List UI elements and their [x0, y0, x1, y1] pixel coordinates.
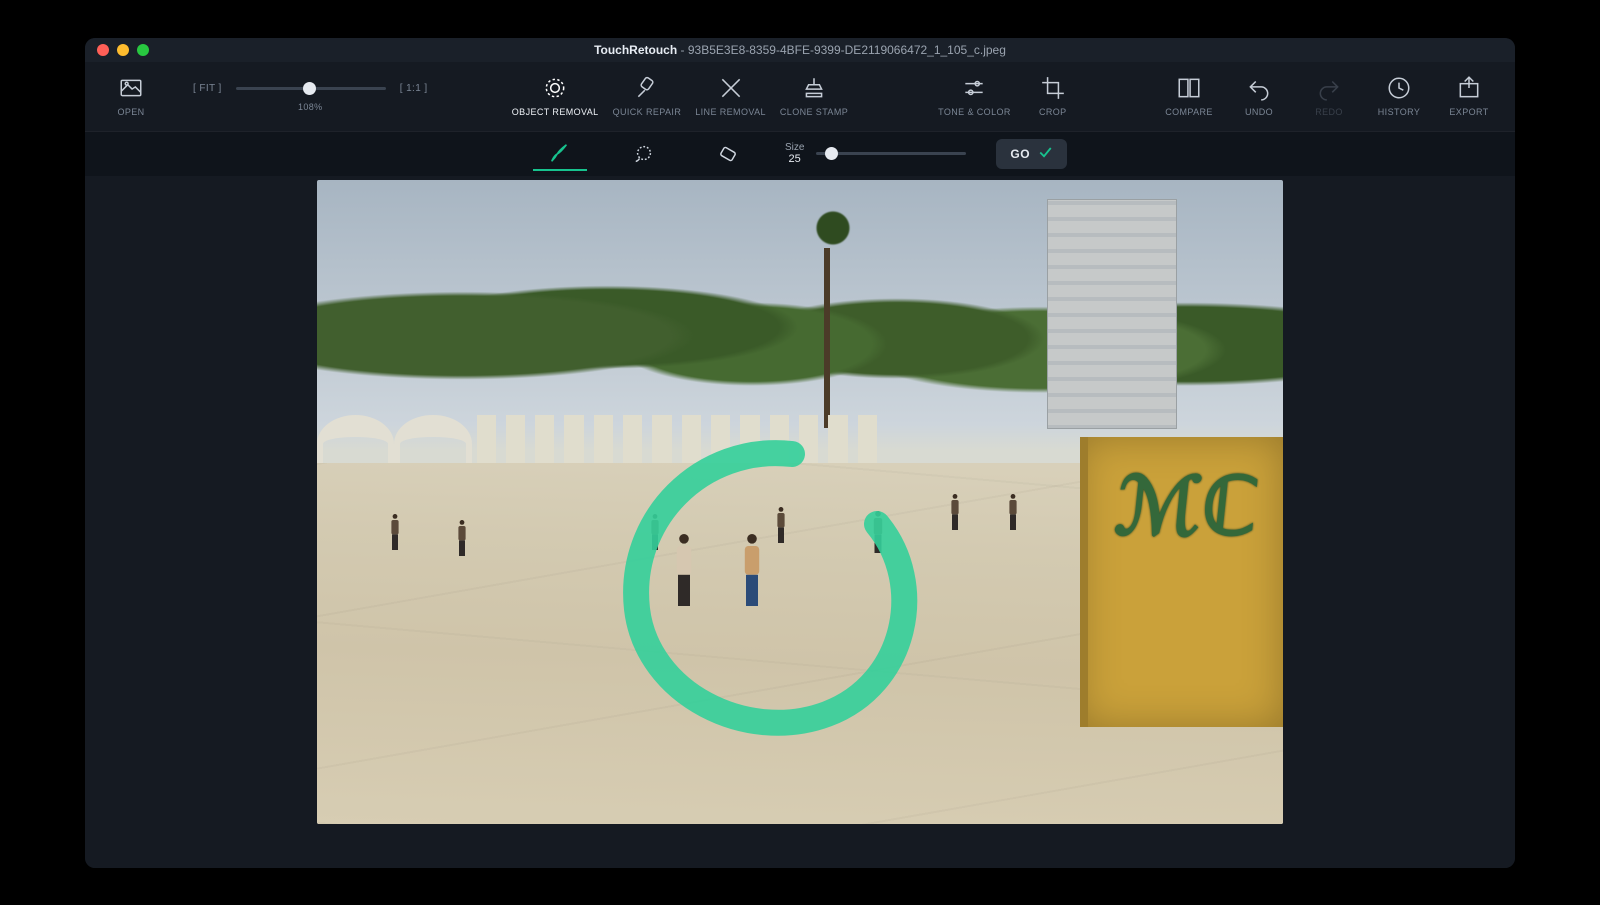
adjust-group: TONE & COLOR CROP [938, 75, 1081, 117]
history-icon [1386, 75, 1412, 101]
top-toolbar: OPEN [ FIT ] [ 1:1 ] 108% OBJECT REMOVAL [85, 62, 1515, 132]
line-removal-button[interactable]: LINE REMOVAL [695, 75, 766, 117]
zoom-slider-thumb[interactable] [303, 82, 316, 95]
crop-icon [1040, 75, 1066, 101]
open-button[interactable]: OPEN [103, 75, 159, 117]
zoom-percentage: 108% [298, 102, 323, 112]
redo-button: REDO [1301, 75, 1357, 117]
redo-label: REDO [1315, 107, 1343, 117]
compare-label: COMPARE [1165, 107, 1213, 117]
photo-wall: ℳℂ [1080, 437, 1283, 727]
photo-person [649, 514, 661, 550]
photo-person [389, 514, 401, 550]
size-control: Size 25 [785, 142, 966, 165]
quick-repair-icon [634, 75, 660, 101]
zoom-fit-button[interactable]: [ FIT ] [189, 81, 226, 96]
size-label: Size [785, 142, 804, 153]
open-icon [118, 75, 144, 101]
zoom-fit-label: FIT [199, 83, 215, 94]
app-title: TouchRetouch [594, 43, 677, 57]
line-removal-icon [718, 75, 744, 101]
photo-person-front [740, 534, 764, 606]
tone-color-button[interactable]: TONE & COLOR [938, 75, 1011, 117]
quick-repair-label: QUICK REPAIR [613, 107, 682, 117]
image-canvas[interactable]: ℳℂ [317, 180, 1283, 824]
zoom-1to1-button[interactable]: [ 1:1 ] [396, 81, 432, 96]
tone-color-label: TONE & COLOR [938, 107, 1011, 117]
redo-icon [1316, 75, 1342, 101]
eraser-tool-button[interactable] [701, 137, 755, 171]
undo-button[interactable]: UNDO [1231, 75, 1287, 117]
compare-button[interactable]: COMPARE [1161, 75, 1217, 117]
photo-building [1047, 199, 1177, 429]
go-button[interactable]: GO [996, 139, 1067, 169]
lasso-tool-button[interactable] [617, 137, 671, 171]
export-label: EXPORT [1449, 107, 1488, 117]
zoom-1to1-label: 1:1 [406, 83, 421, 94]
window-title: TouchRetouch - 93B5E3E8-8359-4BFE-9399-D… [85, 43, 1515, 57]
object-removal-label: OBJECT REMOVAL [512, 107, 599, 117]
go-label: GO [1010, 147, 1030, 161]
open-label: OPEN [117, 107, 144, 117]
title-separator: - [681, 43, 688, 57]
clone-stamp-button[interactable]: CLONE STAMP [780, 75, 848, 117]
clone-stamp-label: CLONE STAMP [780, 107, 848, 117]
object-removal-icon [542, 75, 568, 101]
undo-label: UNDO [1245, 107, 1273, 117]
photo-person [456, 520, 468, 556]
photo-person-front [672, 534, 696, 606]
crop-button[interactable]: CROP [1025, 75, 1081, 117]
crop-label: CROP [1039, 107, 1067, 117]
photo-palm [771, 180, 881, 424]
line-removal-label: LINE REMOVAL [695, 107, 766, 117]
clone-stamp-icon [801, 75, 827, 101]
canvas-area: ℳℂ [85, 176, 1515, 868]
close-window-button[interactable] [97, 44, 109, 56]
right-tools-group: COMPARE UNDO REDO HISTORY [1161, 75, 1497, 117]
object-removal-button[interactable]: OBJECT REMOVAL [512, 75, 599, 117]
export-icon [1456, 75, 1482, 101]
photo-person [871, 511, 885, 553]
size-slider[interactable] [816, 152, 966, 155]
check-icon [1038, 145, 1053, 163]
zoom-slider[interactable] [236, 87, 386, 90]
traffic-lights [97, 44, 149, 56]
photo-person [775, 507, 787, 543]
file-name: 93B5E3E8-8359-4BFE-9399-DE2119066472_1_1… [688, 43, 1006, 57]
quick-repair-button[interactable]: QUICK REPAIR [613, 75, 682, 117]
undo-icon [1246, 75, 1272, 101]
app-window: TouchRetouch - 93B5E3E8-8359-4BFE-9399-D… [85, 38, 1515, 868]
photo-person [949, 494, 961, 530]
titlebar: TouchRetouch - 93B5E3E8-8359-4BFE-9399-D… [85, 38, 1515, 62]
sliders-icon [961, 75, 987, 101]
zoom-control: [ FIT ] [ 1:1 ] 108% [189, 81, 432, 112]
fullscreen-window-button[interactable] [137, 44, 149, 56]
photo-person [1007, 494, 1019, 530]
export-button[interactable]: EXPORT [1441, 75, 1497, 117]
minimize-window-button[interactable] [117, 44, 129, 56]
compare-icon [1176, 75, 1202, 101]
size-slider-thumb[interactable] [825, 147, 838, 160]
brush-tool-button[interactable] [533, 137, 587, 171]
size-value: 25 [789, 153, 801, 165]
main-tools-group: OBJECT REMOVAL QUICK REPAIR LINE REMOVAL… [512, 75, 848, 117]
history-button[interactable]: HISTORY [1371, 75, 1427, 117]
sub-toolbar: Size 25 GO [85, 132, 1515, 176]
history-label: HISTORY [1378, 107, 1420, 117]
